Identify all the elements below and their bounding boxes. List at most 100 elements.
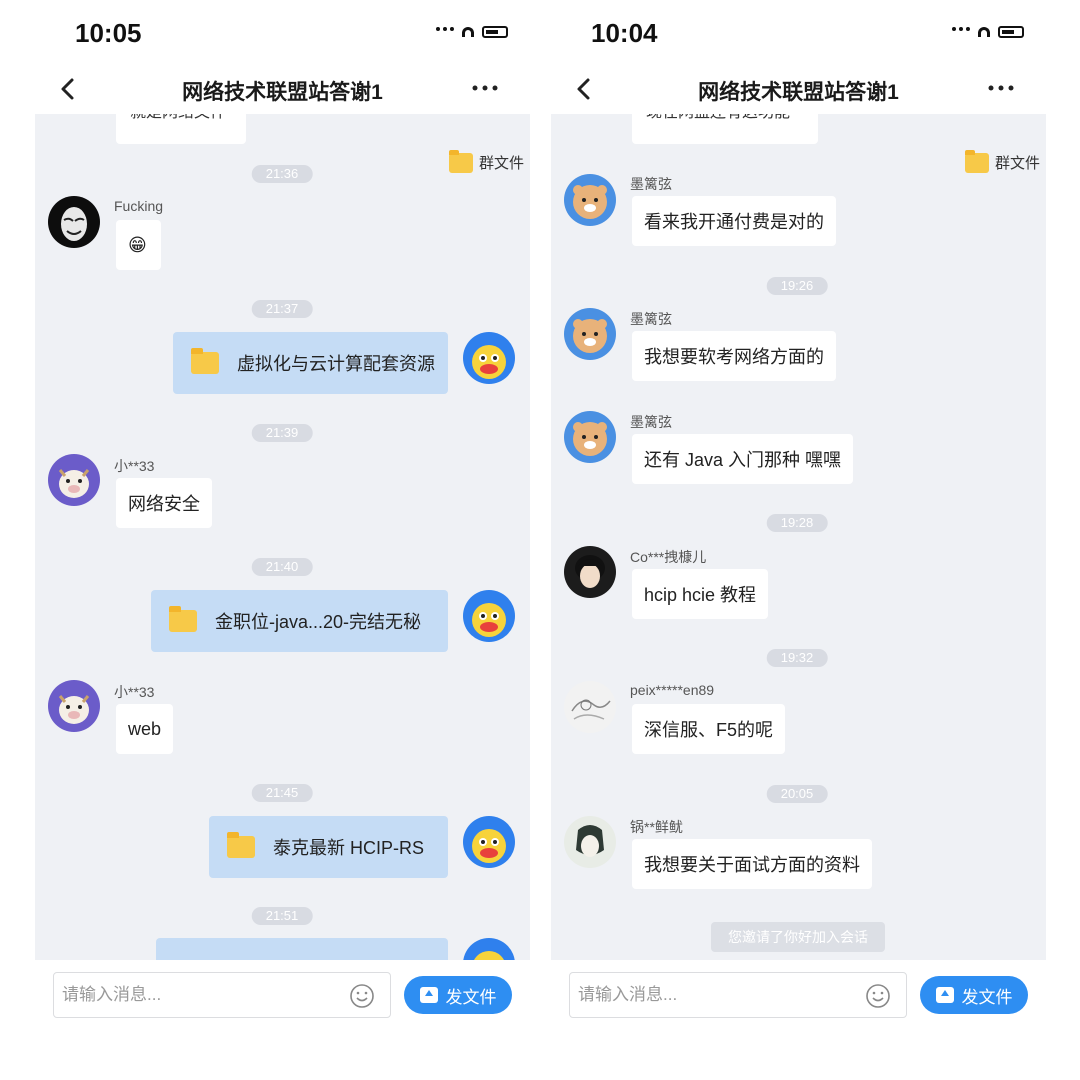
message-text: 我想要关于面试方面的资料	[644, 855, 860, 875]
message-text: 看来我开通付费是对的	[644, 212, 824, 232]
message-bubble: 现在网盘还有这功能	[632, 114, 818, 144]
group-files-button[interactable]: 群文件	[448, 149, 524, 173]
chat-area[interactable]: 就是网络文件 群文件 21:36 Fucking 😁 21:37 虚拟化与云计算…	[35, 114, 530, 960]
avatar[interactable]	[48, 196, 100, 248]
file-message[interactable]	[156, 938, 448, 960]
upload-icon	[419, 987, 438, 1003]
sender-name: 小**33	[114, 458, 155, 474]
time-divider: 21:36	[251, 165, 313, 183]
battery-icon	[482, 26, 508, 38]
message-text: hcip hcie 教程	[644, 585, 757, 605]
message-text: 深信服、F5的呢	[644, 720, 774, 740]
send-file-button[interactable]: 发文件	[404, 976, 512, 1014]
chat-area[interactable]: 现在网盘还有这功能 群文件 墨篱弦 看来我开通付费是对的 19:26 墨篱弦 我…	[551, 114, 1046, 960]
avatar[interactable]	[564, 546, 616, 598]
folder-icon	[191, 348, 219, 374]
message-text: 😁	[128, 234, 147, 255]
signal-icon	[436, 27, 454, 37]
sender-name: 墨篱弦	[630, 311, 672, 327]
input-bar: 发文件	[35, 960, 530, 1080]
status-bar: 10:04	[551, 0, 1046, 50]
avatar[interactable]	[564, 308, 616, 360]
status-icons	[436, 26, 508, 38]
time-divider: 19:28	[766, 514, 828, 532]
file-message[interactable]: 泰克最新 HCIP-RS	[209, 816, 448, 878]
group-files-label: 群文件	[478, 155, 524, 172]
file-message[interactable]: 金职位-java...20-完结无秘	[151, 590, 448, 652]
system-notice: 您邀请了你好加入会话	[711, 922, 885, 952]
emoji-icon[interactable]	[865, 983, 891, 1009]
avatar[interactable]	[564, 174, 616, 226]
time-divider: 21:37	[251, 300, 313, 318]
avatar-self[interactable]	[463, 332, 515, 384]
send-file-button[interactable]: 发文件	[920, 976, 1028, 1014]
message-text: 我想要软考网络方面的	[644, 347, 824, 367]
group-files-button[interactable]: 群文件	[964, 149, 1040, 173]
sender-name: 墨篱弦	[630, 414, 672, 430]
sender-name: Co***拽槺儿	[630, 549, 707, 565]
avatar[interactable]	[48, 454, 100, 506]
message-input[interactable]	[569, 972, 907, 1018]
folder-icon	[169, 606, 197, 632]
file-name: 金职位-java...20-完结无秘	[215, 612, 422, 632]
avatar[interactable]	[564, 816, 616, 868]
message-bubble: 深信服、F5的呢	[632, 704, 786, 754]
upload-icon	[935, 987, 954, 1003]
battery-icon	[998, 26, 1024, 38]
wifi-icon	[462, 27, 474, 37]
message-bubble: 还有 Java 入门那种 嘿嘿	[632, 434, 854, 484]
message-text: 现在网盘还有这功能	[646, 114, 804, 122]
message-text: 还有 Java 入门那种 嘿嘿	[644, 450, 842, 470]
wifi-icon	[978, 27, 990, 37]
folder-icon	[227, 832, 255, 858]
status-bar: 10:05	[35, 0, 530, 50]
time-divider: 21:39	[251, 424, 313, 442]
send-file-label: 发文件	[961, 987, 1013, 1007]
message-bubble: hcip hcie 教程	[632, 569, 769, 619]
time-divider: 19:32	[766, 649, 828, 667]
avatar[interactable]	[564, 681, 616, 733]
message-bubble: 😁	[116, 220, 161, 270]
sender-name: 锅**鲜鱿	[630, 819, 683, 835]
message-input[interactable]	[53, 972, 391, 1018]
emoji-icon[interactable]	[349, 983, 375, 1009]
message-bubble: web	[116, 704, 174, 754]
avatar[interactable]	[564, 411, 616, 463]
chat-screen-right: 10:04 网络技术联盟站答谢1 现在网盘还有这功能 群文件 墨篱弦 看来我开通…	[551, 0, 1046, 1080]
more-options-icon[interactable]	[470, 76, 500, 100]
message-bubble: 看来我开通付费是对的	[632, 196, 836, 246]
sender-name: 墨篱弦	[630, 176, 672, 192]
page-title: 网络技术联盟站答谢1	[698, 81, 899, 104]
message-text: 网络安全	[128, 494, 200, 514]
nav-bar: 网络技术联盟站答谢1	[35, 62, 530, 114]
nav-bar: 网络技术联盟站答谢1	[551, 62, 1046, 114]
file-name: 泰克最新 HCIP-RS	[273, 838, 425, 858]
sender-name: Fucking	[114, 198, 164, 214]
time-divider: 20:05	[766, 785, 828, 803]
send-file-label: 发文件	[445, 987, 497, 1007]
folder-icon	[448, 149, 473, 173]
page-title: 网络技术联盟站答谢1	[182, 81, 383, 104]
more-options-icon[interactable]	[986, 76, 1016, 100]
chat-screen-left: 10:05 网络技术联盟站答谢1 就是网络文件 群文件 21:36 Fuckin…	[35, 0, 530, 1080]
avatar-self[interactable]	[463, 938, 515, 960]
message-bubble: 我想要软考网络方面的	[632, 331, 836, 381]
avatar-self[interactable]	[463, 590, 515, 642]
file-name: 虚拟化与云计算配套资源	[237, 354, 435, 374]
message-bubble: 就是网络文件	[116, 114, 246, 144]
time-divider: 21:45	[251, 784, 313, 802]
avatar[interactable]	[48, 680, 100, 732]
input-bar: 发文件	[551, 960, 1046, 1080]
time-divider: 19:26	[766, 277, 828, 295]
avatar-self[interactable]	[463, 816, 515, 868]
status-time: 10:05	[75, 18, 142, 48]
group-files-label: 群文件	[994, 155, 1040, 172]
time-divider: 21:51	[251, 907, 313, 925]
message-bubble: 网络安全	[116, 478, 212, 528]
folder-icon	[964, 149, 989, 173]
file-message[interactable]: 虚拟化与云计算配套资源	[173, 332, 448, 394]
time-divider: 21:40	[251, 558, 313, 576]
sender-name: peix*****en89	[630, 682, 715, 698]
status-time: 10:04	[591, 18, 658, 48]
message-text: 就是网络文件	[130, 114, 232, 122]
